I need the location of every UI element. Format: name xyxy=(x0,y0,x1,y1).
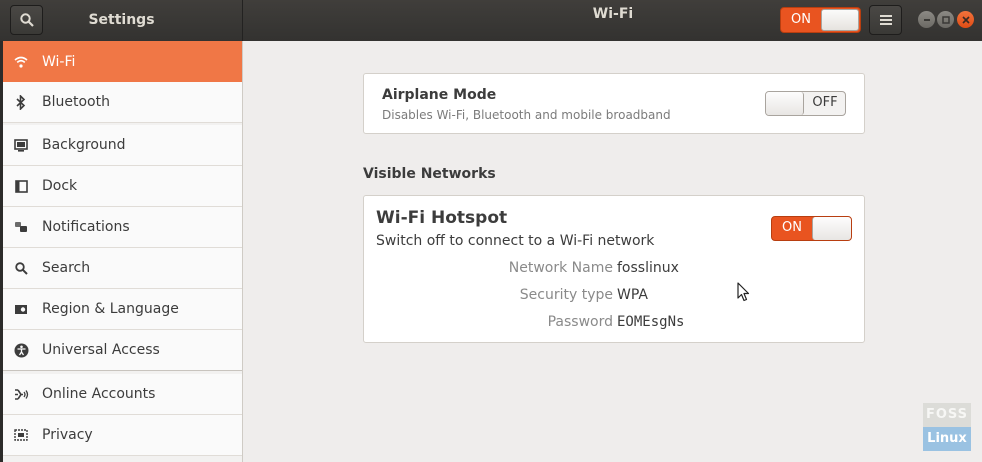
security-type-label: Security type xyxy=(519,287,613,303)
sidebar-item-label: Notifications xyxy=(42,219,130,235)
hamburger-menu-icon xyxy=(879,15,892,25)
privacy-icon xyxy=(0,429,42,441)
wifi-icon xyxy=(0,56,42,68)
sidebar-item-online-accounts[interactable]: Online Accounts xyxy=(0,374,242,415)
password-row: Password EOMEsgNs xyxy=(364,314,866,334)
sidebar-item-label: Region & Language xyxy=(42,301,179,317)
airplane-toggle-knob xyxy=(766,92,804,115)
watermark-top: FOSS xyxy=(923,403,971,427)
universal-access-icon xyxy=(0,343,42,358)
airplane-mode-description: Disables Wi-Fi, Bluetooth and mobile bro… xyxy=(382,108,671,122)
fosslinux-watermark-logo: FOSS Linux xyxy=(923,403,971,451)
sidebar-item-label: Search xyxy=(42,260,91,276)
online-accounts-icon xyxy=(0,388,42,401)
app-title: Settings xyxy=(88,12,155,28)
sidebar-item-search[interactable]: Search xyxy=(0,248,242,289)
visible-networks-heading: Visible Networks xyxy=(363,166,496,182)
header-bar: Settings Wi-Fi ON xyxy=(0,0,982,41)
sidebar-item-label: Wi-Fi xyxy=(42,53,76,70)
sidebar-item-bluetooth[interactable]: Bluetooth xyxy=(0,82,242,123)
menu-button[interactable] xyxy=(869,5,902,35)
sidebar-item-label: Privacy xyxy=(42,427,93,443)
minimize-button[interactable] xyxy=(918,11,935,28)
sidebar-item-label: Universal Access xyxy=(42,342,160,358)
sidebar-item-wifi[interactable]: Wi-Fi xyxy=(0,41,242,82)
airplane-mode-toggle[interactable]: OFF xyxy=(765,91,846,116)
wifi-toggle-knob xyxy=(821,9,859,31)
sidebar-item-privacy[interactable]: Privacy xyxy=(0,415,242,456)
sidebar-item-background[interactable]: Background xyxy=(0,125,242,166)
hotspot-toggle-label: ON xyxy=(782,220,802,235)
sidebar-item-label: Online Accounts xyxy=(42,386,156,402)
hotspot-title: Wi-Fi Hotspot xyxy=(376,208,508,228)
maximize-icon xyxy=(941,15,950,24)
wifi-toggle-label: ON xyxy=(791,12,811,27)
wifi-toggle[interactable]: ON xyxy=(780,7,861,33)
password-label: Password xyxy=(547,314,613,330)
mouse-pointer-icon xyxy=(737,282,750,306)
close-button[interactable] xyxy=(957,11,974,28)
maximize-button[interactable] xyxy=(937,11,954,28)
sidebar: Wi-Fi Bluetooth Background Dock Notifica… xyxy=(0,41,243,462)
background-icon xyxy=(0,138,42,152)
security-type-value: WPA xyxy=(617,287,648,303)
sidebar-item-dock[interactable]: Dock xyxy=(0,166,242,207)
hotspot-toggle-knob xyxy=(812,217,851,240)
security-type-row: Security type WPA xyxy=(364,287,866,307)
wifi-hotspot-card: Wi-Fi Hotspot Switch off to connect to a… xyxy=(363,195,865,343)
minimize-icon xyxy=(923,18,930,21)
password-value: EOMEsgNs xyxy=(617,314,685,330)
region-icon xyxy=(0,304,42,315)
airplane-toggle-label: OFF xyxy=(812,95,838,110)
window-edge xyxy=(0,41,3,462)
watermark-bottom: Linux xyxy=(923,427,971,451)
sidebar-item-label: Background xyxy=(42,137,126,153)
bluetooth-icon xyxy=(0,94,42,110)
close-icon xyxy=(961,15,970,24)
airplane-mode-title: Airplane Mode xyxy=(382,87,497,103)
hotspot-description: Switch off to connect to a Wi-Fi network xyxy=(376,233,655,249)
airplane-mode-card: Airplane Mode Disables Wi-Fi, Bluetooth … xyxy=(363,73,865,134)
dock-icon xyxy=(0,179,42,193)
hotspot-toggle[interactable]: ON xyxy=(771,216,852,241)
search-icon xyxy=(0,261,42,275)
sidebar-item-universal-access[interactable]: Universal Access xyxy=(0,330,242,371)
sidebar-item-region-language[interactable]: Region & Language xyxy=(0,289,242,330)
sidebar-item-notifications[interactable]: Notifications xyxy=(0,207,242,248)
network-name-row: Network Name fosslinux xyxy=(364,260,866,280)
notifications-icon xyxy=(0,221,42,233)
main-panel: Airplane Mode Disables Wi-Fi, Bluetooth … xyxy=(243,41,982,462)
sidebar-item-label: Bluetooth xyxy=(42,94,110,110)
sidebar-item-label: Dock xyxy=(42,178,78,194)
network-name-value: fosslinux xyxy=(617,260,679,276)
network-name-label: Network Name xyxy=(508,260,613,276)
